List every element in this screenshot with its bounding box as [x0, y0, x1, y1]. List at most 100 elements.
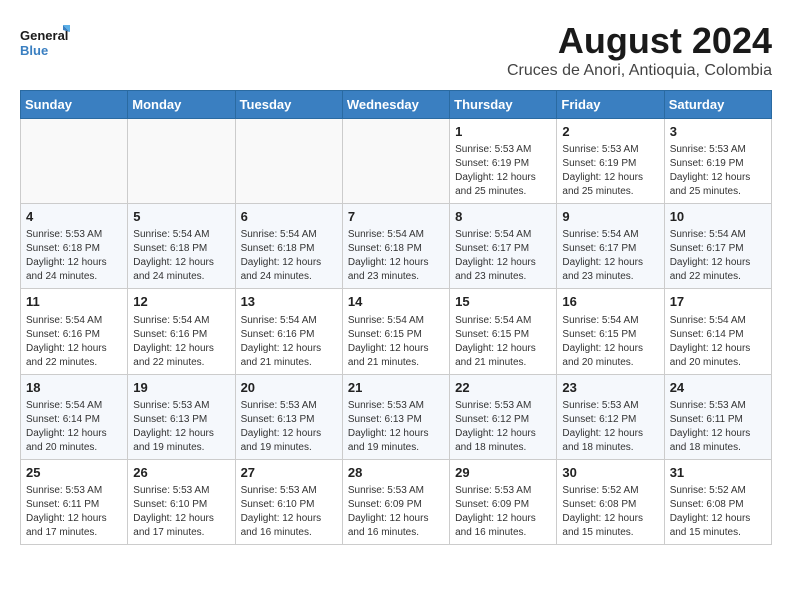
logo: General Blue	[20, 20, 70, 65]
day-info: Sunrise: 5:54 AM Sunset: 6:14 PM Dayligh…	[670, 314, 766, 370]
day-number: 13	[241, 293, 337, 311]
day-info: Sunrise: 5:53 AM Sunset: 6:18 PM Dayligh…	[26, 228, 122, 284]
week-row-4: 18Sunrise: 5:54 AM Sunset: 6:14 PM Dayli…	[21, 374, 772, 459]
day-info: Sunrise: 5:52 AM Sunset: 6:08 PM Dayligh…	[670, 484, 766, 540]
day-number: 21	[348, 379, 444, 397]
calendar-cell: 11 Sunrise: 5:54 AM Sunset: 6:16 PM Dayli…	[21, 289, 128, 374]
day-number: 6	[241, 208, 337, 226]
calendar-cell: 6 Sunrise: 5:54 AM Sunset: 6:18 PM Daylig…	[235, 204, 342, 289]
day-number: 4	[26, 208, 122, 226]
day-info: Sunrise: 5:53 AM Sunset: 6:13 PM Dayligh…	[133, 399, 229, 455]
day-info: Sunrise: 5:54 AM Sunset: 6:18 PM Dayligh…	[133, 228, 229, 284]
calendar-cell: 28Sunrise: 5:53 AM Sunset: 6:09 PM Dayli…	[342, 459, 449, 544]
calendar-cell: 10 Sunrise: 5:54 AM Sunset: 6:17 PM Dayli…	[664, 204, 771, 289]
calendar-table: SundayMondayTuesdayWednesdayThursdayFrid…	[20, 90, 772, 545]
svg-text:Blue: Blue	[20, 43, 48, 58]
day-info: Sunrise: 5:53 AM Sunset: 6:13 PM Dayligh…	[241, 399, 337, 455]
week-row-2: 4 Sunrise: 5:53 AM Sunset: 6:18 PM Daylig…	[21, 204, 772, 289]
col-header-friday: Friday	[557, 91, 664, 119]
col-header-monday: Monday	[128, 91, 235, 119]
week-row-5: 25 Sunrise: 5:53 AM Sunset: 6:11 PM Dayli…	[21, 459, 772, 544]
day-number: 10	[670, 208, 766, 226]
calendar-cell: 30Sunrise: 5:52 AM Sunset: 6:08 PM Dayli…	[557, 459, 664, 544]
day-info: Sunrise: 5:54 AM Sunset: 6:17 PM Dayligh…	[455, 228, 551, 284]
day-info: Sunrise: 5:54 AM Sunset: 6:15 PM Dayligh…	[455, 314, 551, 370]
day-info: Sunrise: 5:53 AM Sunset: 6:12 PM Dayligh…	[562, 399, 658, 455]
col-header-saturday: Saturday	[664, 91, 771, 119]
calendar-cell: 25 Sunrise: 5:53 AM Sunset: 6:11 PM Dayli…	[21, 459, 128, 544]
calendar-cell	[21, 119, 128, 204]
day-number: 5	[133, 208, 229, 226]
day-number: 25	[26, 464, 122, 482]
day-info: Sunrise: 5:54 AM Sunset: 6:18 PM Dayligh…	[348, 228, 444, 284]
day-info: Sunrise: 5:54 AM Sunset: 6:15 PM Dayligh…	[348, 314, 444, 370]
calendar-cell: 17 Sunrise: 5:54 AM Sunset: 6:14 PM Dayli…	[664, 289, 771, 374]
day-info: Sunrise: 5:54 AM Sunset: 6:17 PM Dayligh…	[670, 228, 766, 284]
day-number: 18	[26, 379, 122, 397]
logo-svg: General Blue	[20, 20, 70, 65]
day-number: 26	[133, 464, 229, 482]
day-info: Sunrise: 5:53 AM Sunset: 6:11 PM Dayligh…	[670, 399, 766, 455]
day-number: 7	[348, 208, 444, 226]
col-header-thursday: Thursday	[450, 91, 557, 119]
calendar-cell: 29Sunrise: 5:53 AM Sunset: 6:09 PM Dayli…	[450, 459, 557, 544]
day-info: Sunrise: 5:54 AM Sunset: 6:16 PM Dayligh…	[26, 314, 122, 370]
calendar-cell: 2Sunrise: 5:53 AM Sunset: 6:19 PM Daylig…	[557, 119, 664, 204]
calendar-cell: 14 Sunrise: 5:54 AM Sunset: 6:15 PM Dayli…	[342, 289, 449, 374]
day-info: Sunrise: 5:54 AM Sunset: 6:17 PM Dayligh…	[562, 228, 658, 284]
day-number: 20	[241, 379, 337, 397]
day-number: 28	[348, 464, 444, 482]
day-number: 9	[562, 208, 658, 226]
calendar-cell: 26 Sunrise: 5:53 AM Sunset: 6:10 PM Dayli…	[128, 459, 235, 544]
week-row-3: 11 Sunrise: 5:54 AM Sunset: 6:16 PM Dayli…	[21, 289, 772, 374]
calendar-cell: 24 Sunrise: 5:53 AM Sunset: 6:11 PM Dayli…	[664, 374, 771, 459]
day-number: 27	[241, 464, 337, 482]
day-info: Sunrise: 5:54 AM Sunset: 6:16 PM Dayligh…	[133, 314, 229, 370]
svg-text:General: General	[20, 28, 68, 43]
day-info: Sunrise: 5:53 AM Sunset: 6:11 PM Dayligh…	[26, 484, 122, 540]
day-info: Sunrise: 5:53 AM Sunset: 6:10 PM Dayligh…	[133, 484, 229, 540]
calendar-cell: 7 Sunrise: 5:54 AM Sunset: 6:18 PM Daylig…	[342, 204, 449, 289]
day-number: 12	[133, 293, 229, 311]
calendar-cell: 16 Sunrise: 5:54 AM Sunset: 6:15 PM Dayli…	[557, 289, 664, 374]
day-info: Sunrise: 5:54 AM Sunset: 6:15 PM Dayligh…	[562, 314, 658, 370]
calendar-cell: 22Sunrise: 5:53 AM Sunset: 6:12 PM Dayli…	[450, 374, 557, 459]
calendar-cell: 27 Sunrise: 5:53 AM Sunset: 6:10 PM Dayli…	[235, 459, 342, 544]
day-info: Sunrise: 5:54 AM Sunset: 6:16 PM Dayligh…	[241, 314, 337, 370]
day-number: 2	[562, 123, 658, 141]
col-header-sunday: Sunday	[21, 91, 128, 119]
day-info: Sunrise: 5:52 AM Sunset: 6:08 PM Dayligh…	[562, 484, 658, 540]
calendar-cell	[128, 119, 235, 204]
col-header-tuesday: Tuesday	[235, 91, 342, 119]
day-number: 23	[562, 379, 658, 397]
day-info: Sunrise: 5:53 AM Sunset: 6:19 PM Dayligh…	[455, 143, 551, 199]
day-number: 24	[670, 379, 766, 397]
calendar-cell	[342, 119, 449, 204]
calendar-cell: 23 Sunrise: 5:53 AM Sunset: 6:12 PM Dayli…	[557, 374, 664, 459]
calendar-cell: 21 Sunrise: 5:53 AM Sunset: 6:13 PM Dayli…	[342, 374, 449, 459]
day-number: 17	[670, 293, 766, 311]
calendar-cell: 19 Sunrise: 5:53 AM Sunset: 6:13 PM Dayli…	[128, 374, 235, 459]
header-row: SundayMondayTuesdayWednesdayThursdayFrid…	[21, 91, 772, 119]
week-row-1: 1Sunrise: 5:53 AM Sunset: 6:19 PM Daylig…	[21, 119, 772, 204]
calendar-cell: 15 Sunrise: 5:54 AM Sunset: 6:15 PM Dayli…	[450, 289, 557, 374]
header: General Blue August 2024 Cruces de Anori…	[20, 20, 772, 80]
day-number: 31	[670, 464, 766, 482]
day-info: Sunrise: 5:53 AM Sunset: 6:13 PM Dayligh…	[348, 399, 444, 455]
calendar-cell: 12 Sunrise: 5:54 AM Sunset: 6:16 PM Dayli…	[128, 289, 235, 374]
day-number: 16	[562, 293, 658, 311]
calendar-cell: 1Sunrise: 5:53 AM Sunset: 6:19 PM Daylig…	[450, 119, 557, 204]
day-info: Sunrise: 5:54 AM Sunset: 6:18 PM Dayligh…	[241, 228, 337, 284]
day-number: 14	[348, 293, 444, 311]
day-number: 19	[133, 379, 229, 397]
day-number: 3	[670, 123, 766, 141]
calendar-cell: 31 Sunrise: 5:52 AM Sunset: 6:08 PM Dayli…	[664, 459, 771, 544]
page-subtitle: Cruces de Anori, Antioquia, Colombia	[507, 62, 772, 80]
day-number: 11	[26, 293, 122, 311]
day-number: 29	[455, 464, 551, 482]
day-number: 15	[455, 293, 551, 311]
calendar-cell: 20 Sunrise: 5:53 AM Sunset: 6:13 PM Dayli…	[235, 374, 342, 459]
day-info: Sunrise: 5:53 AM Sunset: 6:10 PM Dayligh…	[241, 484, 337, 540]
page-title: August 2024	[507, 20, 772, 62]
calendar-cell: 4 Sunrise: 5:53 AM Sunset: 6:18 PM Daylig…	[21, 204, 128, 289]
